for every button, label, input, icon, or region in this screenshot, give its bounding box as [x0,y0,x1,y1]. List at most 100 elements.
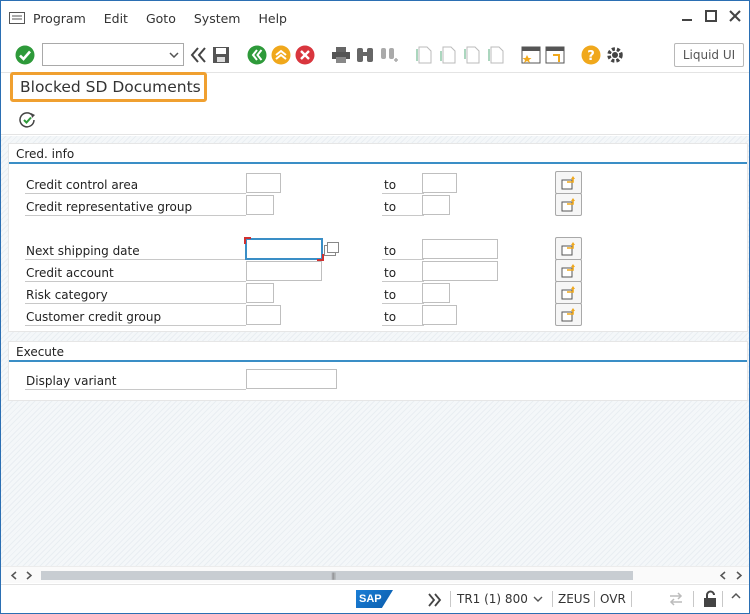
new-session-icon[interactable] [520,44,542,66]
multiple-selection-button[interactable] [555,193,582,216]
multiple-selection-button[interactable] [555,237,582,260]
menu-system[interactable]: System [194,11,241,26]
server-name: ZEUS [558,592,591,606]
shortcut-icon[interactable] [544,44,566,66]
menu-program[interactable]: Program [33,11,86,26]
window-controls [681,10,741,22]
cancel-icon[interactable] [294,44,316,66]
menu-bar: Program Edit Goto System Help [1,1,749,35]
liquid-ui-button[interactable]: Liquid UI [674,43,744,67]
status-separator [552,591,553,607]
multiple-selection-icon [561,285,575,299]
label-credit-control-area: Credit control area [25,175,246,194]
next-shipping-date-to-input[interactable] [422,239,498,259]
customer-credit-group-from-input[interactable] [246,305,281,325]
group-cred-info: Cred. info Credit control area to Credit… [8,143,748,332]
command-field[interactable] [42,43,184,66]
page-title: Blocked SD Documents [10,72,207,102]
application-toolbar [1,105,749,135]
status-more-icon[interactable] [730,592,742,604]
scroll-left-end-icon[interactable] [719,571,727,580]
customer-credit-group-to-input[interactable] [422,305,457,325]
display-variant-input[interactable] [246,369,337,389]
help-icon[interactable]: ? [580,44,602,66]
to-label: to [382,263,424,282]
connection-icon [669,592,683,606]
maximize-icon[interactable] [705,10,717,22]
multiple-selection-icon [561,175,575,189]
find-next-icon[interactable] [378,44,400,66]
label-next-shipping-date: Next shipping date [25,241,246,260]
chevron-down-icon[interactable] [169,51,179,58]
first-page-icon[interactable] [412,44,434,66]
back-double-icon[interactable] [188,44,210,66]
row-display-variant: Display variant [9,369,749,391]
find-icon[interactable] [354,44,376,66]
to-label: to [382,197,424,216]
print-icon[interactable] [330,44,352,66]
credit-control-area-from-input[interactable] [246,173,281,193]
prev-page-icon[interactable] [436,44,458,66]
risk-category-to-input[interactable] [422,283,450,303]
enter-icon[interactable] [14,44,36,66]
next-page-icon[interactable] [460,44,482,66]
chevron-down-icon[interactable] [533,596,543,602]
system-info[interactable]: TR1 (1) 800 [457,592,528,606]
scrollbar-thumb[interactable]: ||| [41,571,633,580]
minimize-icon[interactable] [681,10,693,22]
multiple-selection-button[interactable] [555,303,582,326]
status-separator [594,591,595,607]
close-icon[interactable] [729,10,741,22]
scroll-right-end-icon[interactable] [735,571,743,580]
row-next-shipping-date: Next shipping date to [9,237,749,261]
expand-status-icon[interactable] [427,593,443,607]
to-label: to [382,307,424,326]
credit-rep-group-to-input[interactable] [422,195,450,215]
exit-icon[interactable] [270,44,292,66]
label-risk-category: Risk category [25,285,246,304]
row-credit-representative-group: Credit representative group to [9,193,749,217]
row-risk-category: Risk category to [9,281,749,305]
unlock-icon[interactable] [703,590,717,608]
execute-icon[interactable] [17,110,37,130]
label-display-variant: Display variant [25,371,246,390]
multiple-selection-icon [561,307,575,321]
settings-icon[interactable] [604,44,626,66]
calendar-help-icon[interactable] [324,242,340,256]
scroll-left-icon[interactable] [10,571,18,580]
row-credit-control-area: Credit control area to [9,171,749,195]
scroll-right-icon[interactable] [25,571,33,580]
label-credit-account: Credit account [25,263,246,282]
multiple-selection-icon [561,263,575,277]
credit-account-to-input[interactable] [422,261,498,281]
risk-category-from-input[interactable] [246,283,274,303]
group-execute: Execute Display variant [8,341,748,401]
credit-rep-group-from-input[interactable] [246,195,274,215]
status-separator [631,591,632,607]
multiple-selection-button[interactable] [555,171,582,194]
selection-screen: Cred. info Credit control area to Credit… [1,136,749,566]
save-icon[interactable] [210,44,232,66]
label-customer-credit-group: Customer credit group [25,307,246,326]
multiple-selection-button[interactable] [555,259,582,282]
multiple-selection-icon [561,241,575,255]
menu-app-icon[interactable] [9,12,25,24]
credit-control-area-to-input[interactable] [422,173,457,193]
insert-mode[interactable]: OVR [600,592,626,606]
menu-help[interactable]: Help [258,11,287,26]
multiple-selection-button[interactable] [555,281,582,304]
svg-text:?: ? [587,49,595,64]
next-shipping-date-from-input[interactable] [244,237,324,261]
status-separator [450,591,451,607]
horizontal-scrollbar[interactable]: ||| [1,566,749,583]
credit-account-from-input[interactable] [246,261,322,281]
last-page-icon[interactable] [484,44,506,66]
label-credit-representative-group: Credit representative group [25,197,246,216]
to-label: to [382,175,424,194]
scrollbar-grip: ||| [331,572,336,580]
menu-edit[interactable]: Edit [104,11,128,26]
sap-logo: SAP [356,590,393,608]
menu-goto[interactable]: Goto [146,11,176,26]
back-icon[interactable] [246,44,268,66]
status-separator [722,591,723,607]
